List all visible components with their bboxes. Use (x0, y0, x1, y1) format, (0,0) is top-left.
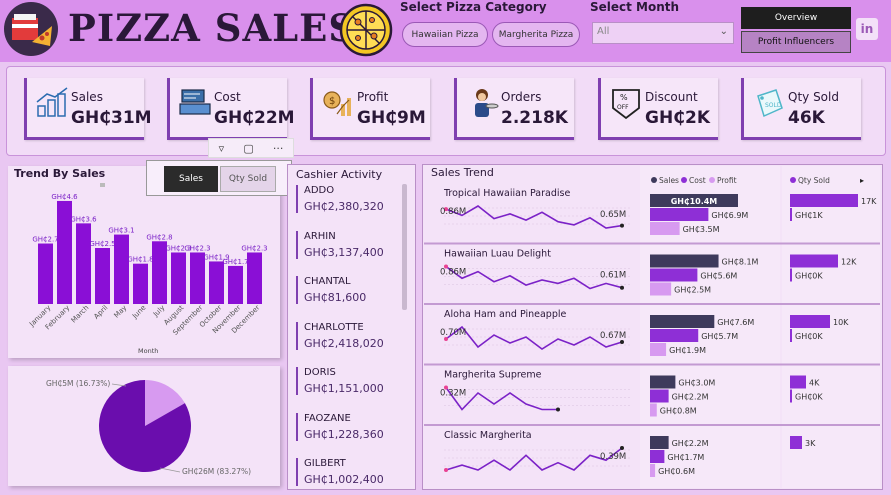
sparkline[interactable] (445, 205, 623, 229)
bar-profit[interactable] (650, 343, 667, 356)
bar-value-label: GH₵0.6M (658, 467, 695, 476)
spark-start-label: 0.70M (440, 328, 466, 338)
bar-qty-sub (790, 268, 792, 282)
spark-end-label: 0.39M (600, 452, 626, 462)
spark-end-point (620, 223, 624, 228)
bar-qty-sold[interactable] (790, 375, 806, 389)
qty-value-label: 4K (809, 379, 820, 388)
legend-profit: Profit (717, 176, 737, 185)
row-divider (424, 303, 880, 305)
bar-qty-sold[interactable] (790, 315, 830, 328)
legend-marker (790, 177, 796, 183)
bar-sales[interactable] (650, 436, 669, 449)
qty-value-label: 10K (833, 318, 849, 327)
bar-qty-sub (790, 329, 792, 342)
sales-trend-chart: Sales Cost Profit Qty Sold ▸ Tropical Hawaiia… (424, 176, 880, 477)
legend-cost: Cost (689, 176, 706, 185)
spark-end-point (556, 407, 560, 412)
bar-qty-sub (790, 208, 792, 221)
qty-sub-label: GH₵0K (795, 272, 823, 281)
bar-profit[interactable] (650, 282, 672, 296)
spark-end-label: 0.65M (600, 210, 626, 220)
bar-value-label: GH₵10.4M (671, 197, 718, 206)
bar-value-label: GH₵5.7M (701, 332, 738, 341)
bar-value-label: GH₵7.6M (717, 318, 754, 327)
bar-sales[interactable] (650, 254, 719, 268)
row-divider (424, 242, 880, 245)
bar-qty-sold[interactable] (790, 254, 838, 268)
bar-profit[interactable] (650, 464, 656, 477)
pizza-name: Classic Margherita (444, 430, 532, 441)
bar-value-label: GH₵1.9M (669, 346, 706, 355)
bar-cost[interactable] (650, 329, 699, 342)
bar-value-label: GH₵5.6M (700, 272, 737, 281)
spark-end-label: 0.67M (600, 331, 626, 341)
spark-start-label: 0.86M (440, 268, 466, 278)
spark-end-label: 0.61M (600, 271, 626, 281)
qty-value-label: 3K (805, 439, 816, 448)
bar-value-label: GH₵6.9M (711, 211, 748, 220)
bar-value-label: GH₵8.1M (722, 258, 759, 267)
bar-qty-sub (790, 389, 792, 403)
pizza-name: Margherita Supreme (444, 370, 542, 381)
qty-sub-label: GH₵1K (795, 211, 823, 220)
bar-profit[interactable] (650, 222, 680, 235)
bar-value-label: GH₵2.2M (672, 393, 709, 402)
spark-start-label: 0.86M (440, 207, 466, 217)
bar-sales[interactable] (650, 375, 676, 389)
spark-end-point (620, 446, 624, 450)
row-divider (424, 363, 880, 366)
legend-qty-sold: Qty Sold (798, 176, 830, 185)
legend-sales: Sales (659, 176, 679, 185)
qty-value-label: 17K (861, 197, 877, 206)
legend-marker (651, 177, 657, 183)
qty-value-label: 12K (841, 258, 857, 267)
sparkline[interactable] (445, 265, 623, 290)
spark-start-label: 0.32M (440, 389, 466, 399)
legend-marker (709, 177, 715, 183)
sparkline[interactable] (445, 325, 623, 350)
pizza-name: Hawaiian Luau Delight (444, 249, 551, 260)
bar-cost[interactable] (650, 389, 669, 403)
bar-value-label: GH₵0.8M (660, 407, 697, 416)
bar-qty-sold[interactable] (790, 436, 802, 449)
sparkline[interactable] (445, 447, 623, 471)
bar-value-label: GH₵2.5M (674, 286, 711, 295)
bar-value-label: GH₵3.0M (678, 379, 715, 388)
row-divider (424, 424, 880, 426)
bar-qty-sold[interactable] (790, 194, 858, 207)
pizza-name: Tropical Hawaiian Paradise (443, 188, 570, 199)
legend-marker (681, 177, 687, 183)
bar-profit[interactable] (650, 403, 657, 417)
bar-sales[interactable] (650, 315, 715, 328)
bar-value-label: GH₵2.2M (672, 439, 709, 448)
spark-start-point (444, 468, 448, 472)
bar-value-label: GH₵1.7M (667, 453, 704, 462)
qty-sub-label: GH₵0K (795, 332, 823, 341)
bar-cost[interactable] (650, 450, 665, 463)
bar-cost[interactable] (650, 268, 698, 282)
pizza-name: Aloha Ham and Pineapple (444, 309, 566, 320)
spark-end-point (620, 285, 624, 290)
bar-value-label: GH₵3.5M (683, 225, 720, 234)
qty-sub-label: GH₵0K (795, 393, 823, 402)
bar-cost[interactable] (650, 208, 709, 221)
next-page-icon[interactable]: ▸ (860, 176, 864, 185)
